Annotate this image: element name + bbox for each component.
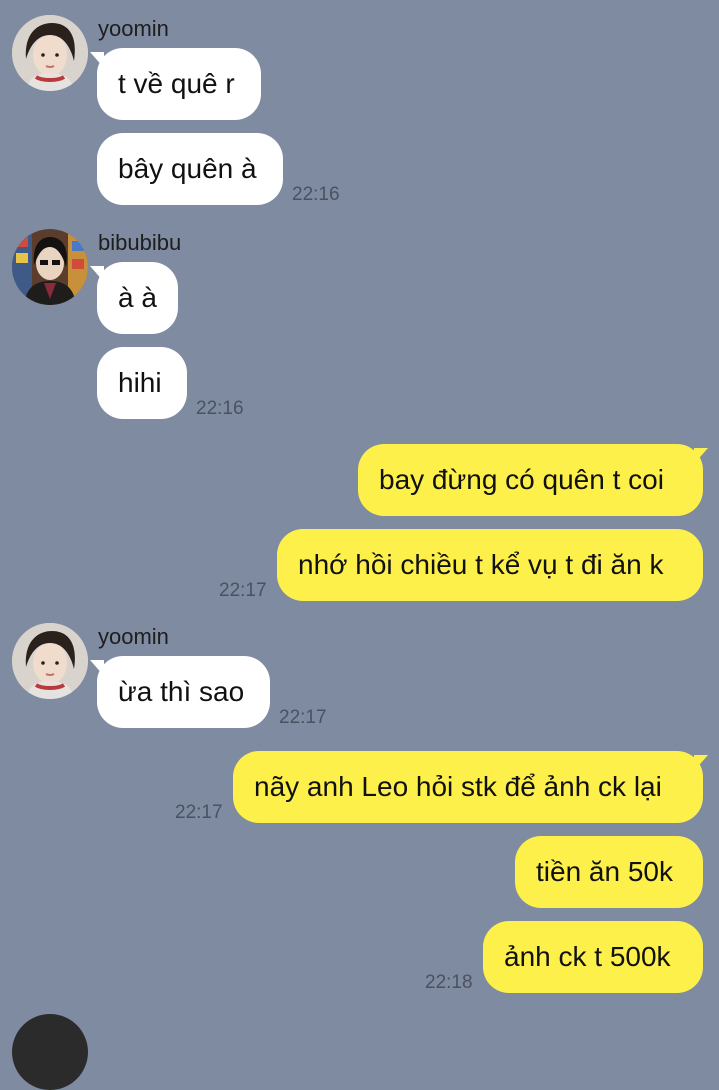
- message-timestamp: 22:17: [279, 707, 327, 728]
- message-bubble[interactable]: hihi: [97, 347, 187, 419]
- message-bubble[interactable]: nãy anh Leo hỏi stk để ảnh ck lại: [233, 751, 703, 823]
- message-bubble[interactable]: à à: [97, 262, 178, 334]
- avatar-photo-icon: [12, 15, 88, 91]
- avatar-photo-icon: [12, 623, 88, 699]
- message-timestamp: 22:17: [175, 802, 223, 823]
- message-bubble[interactable]: tiền ăn 50k: [515, 836, 703, 908]
- message-timestamp: 22:17: [219, 580, 267, 601]
- avatar-yoomin[interactable]: [12, 15, 88, 91]
- message-bubble[interactable]: bay đừng có quên t coi: [358, 444, 703, 516]
- message-timestamp: 22:16: [292, 184, 340, 205]
- avatar-bibubibu[interactable]: [12, 229, 88, 305]
- avatar-next[interactable]: [12, 1014, 88, 1090]
- message-bubble[interactable]: ừa thì sao: [97, 656, 270, 728]
- message-timestamp: 22:18: [425, 972, 473, 993]
- message-bubble[interactable]: ảnh ck t 500k: [483, 921, 703, 993]
- avatar-yoomin[interactable]: [12, 623, 88, 699]
- avatar-photo-icon: [12, 229, 88, 305]
- message-bubble[interactable]: bây quên à: [97, 133, 283, 205]
- message-bubble[interactable]: t về quê r: [97, 48, 261, 120]
- message-timestamp: 22:16: [196, 398, 244, 419]
- message-bubble[interactable]: nhớ hồi chiều t kể vụ t đi ăn k: [277, 529, 703, 601]
- sender-name: bibubibu: [98, 230, 182, 255]
- sender-name: yoomin: [98, 624, 169, 649]
- sender-name: yoomin: [98, 16, 169, 41]
